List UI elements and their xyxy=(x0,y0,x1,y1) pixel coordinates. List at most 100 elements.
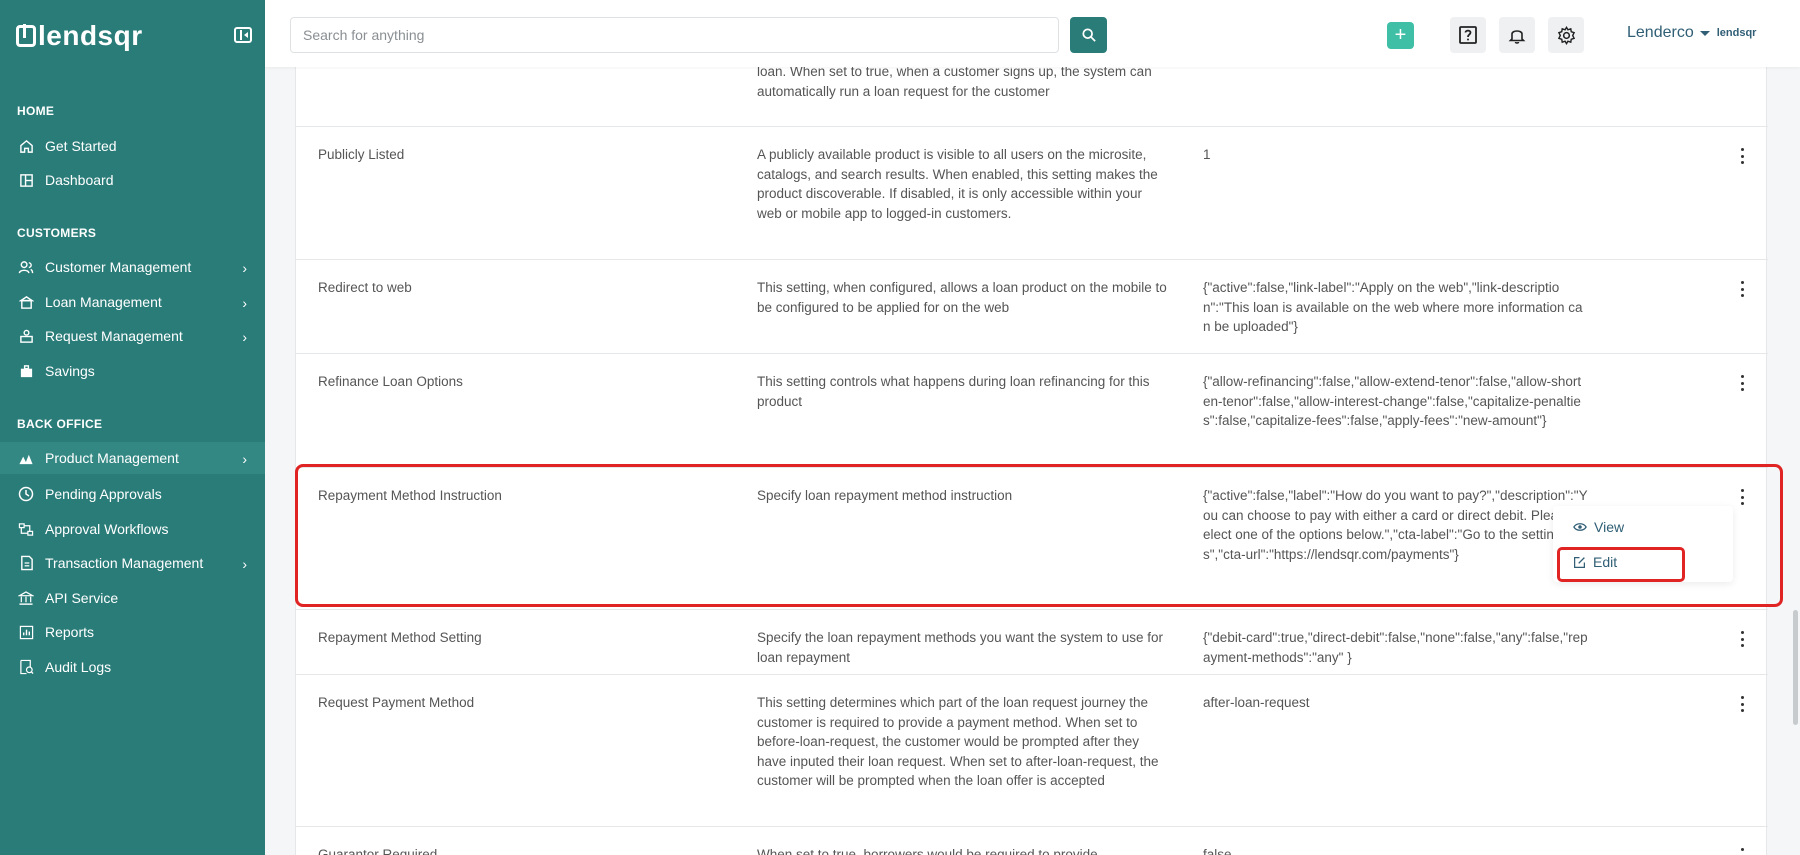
setting-description: When set to true, borrowers would be req… xyxy=(757,847,1098,855)
row-actions-kebab-icon[interactable] xyxy=(1736,146,1748,166)
sidebar-item-label: Transaction Management xyxy=(45,555,204,571)
setting-name: Redirect to web xyxy=(318,280,412,295)
settings-button[interactable] xyxy=(1548,17,1584,53)
audit-icon xyxy=(18,659,34,675)
sidebar-item-pending-approvals[interactable]: Pending Approvals xyxy=(0,478,265,510)
table-row: Request Payment Method This setting dete… xyxy=(296,675,1768,827)
setting-name: Repayment Method Instruction xyxy=(318,488,502,503)
setting-description: This setting determines which part of th… xyxy=(757,695,1159,788)
sidebar-item-product-management[interactable]: Product Management › xyxy=(0,442,265,474)
setting-description: A publicly available product is visible … xyxy=(757,147,1158,221)
sidebar-item-label: Product Management xyxy=(45,450,179,466)
app-logo[interactable]: lendsqr xyxy=(16,20,143,52)
menu-item-edit[interactable]: Edit xyxy=(1573,554,1617,570)
sidebar-item-label: Savings xyxy=(45,363,95,379)
sidebar-item-approval-workflows[interactable]: Approval Workflows xyxy=(0,513,265,545)
org-logo: lendsqr xyxy=(1716,27,1757,39)
dashboard-icon xyxy=(18,172,34,188)
row-actions-menu: View Edit xyxy=(1553,506,1733,582)
help-button[interactable] xyxy=(1450,17,1486,53)
sidebar-item-loan-management[interactable]: Loan Management › xyxy=(0,286,265,318)
loan-icon xyxy=(18,294,34,310)
menu-item-label: View xyxy=(1594,519,1625,535)
notifications-button[interactable] xyxy=(1499,17,1535,53)
plus-icon: + xyxy=(1394,24,1407,46)
organization-switcher[interactable]: Lenderco lendsqr xyxy=(1627,24,1756,42)
chevron-right-icon: › xyxy=(242,451,247,467)
add-button[interactable]: + xyxy=(1387,22,1414,49)
sidebar-item-audit-logs[interactable]: Audit Logs xyxy=(0,651,265,683)
setting-name: Repayment Method Setting xyxy=(318,630,482,645)
chart-icon xyxy=(18,624,34,640)
logo-row: lendsqr xyxy=(16,20,252,52)
setting-value: 1 xyxy=(1203,147,1211,162)
chevron-right-icon: › xyxy=(242,329,247,345)
row-actions-kebab-icon[interactable] xyxy=(1736,373,1748,393)
org-name: Lenderco xyxy=(1627,24,1694,41)
table-row: Guarantor Required When set to true, bor… xyxy=(296,827,1768,855)
caret-down-icon xyxy=(1699,30,1710,36)
table-row: Publicly Listed A publicly available pro… xyxy=(296,127,1768,260)
setting-name: Request Payment Method xyxy=(318,695,475,710)
sidebar-item-get-started[interactable]: Get Started xyxy=(0,130,265,162)
top-bar: + Lenderco lendsqr xyxy=(265,0,1800,67)
transaction-icon xyxy=(18,555,34,571)
workflow-icon xyxy=(18,521,34,537)
sidebar-item-label: Get Started xyxy=(45,138,117,154)
request-icon xyxy=(18,328,34,344)
setting-value: {"active":false,"label":"How do you want… xyxy=(1203,488,1588,562)
menu-item-label: Edit xyxy=(1593,554,1618,570)
product-settings-table: loan. When set to true, when a customer … xyxy=(295,0,1768,855)
search-button[interactable] xyxy=(1070,17,1107,53)
table-row: Refinance Loan Options This setting cont… xyxy=(296,354,1768,468)
sidebar-item-label: Request Management xyxy=(45,328,183,344)
setting-description: This setting controls what happens durin… xyxy=(757,374,1150,409)
setting-value: {"active":false,"link-label":"Apply on t… xyxy=(1203,280,1583,334)
setting-description: loan. When set to true, when a customer … xyxy=(757,64,1152,99)
setting-value: after-loan-request xyxy=(1203,695,1310,710)
logo-mark-icon xyxy=(16,24,36,47)
clock-icon xyxy=(18,486,34,502)
sidebar-item-label: Reports xyxy=(45,624,95,640)
setting-name: Guarantor Required xyxy=(318,847,438,855)
table-row: Redirect to web This setting, when confi… xyxy=(296,260,1768,354)
sidebar-item-label: Dashboard xyxy=(45,172,114,188)
logo-text: lendsqr xyxy=(38,20,143,51)
sidebar-item-label: API Service xyxy=(45,590,119,606)
setting-value: {"debit-card":true,"direct-debit":false,… xyxy=(1203,630,1588,665)
eye-icon xyxy=(1573,522,1587,532)
search-input[interactable] xyxy=(290,17,1059,53)
product-icon xyxy=(18,450,34,466)
sidebar-item-request-management[interactable]: Request Management › xyxy=(0,320,265,352)
chevron-right-icon: › xyxy=(242,295,247,311)
vertical-scrollbar[interactable] xyxy=(1793,610,1798,725)
sidebar-item-label: Loan Management xyxy=(45,294,162,310)
row-actions-kebab-icon[interactable] xyxy=(1736,487,1748,507)
sidebar-item-dashboard[interactable]: Dashboard xyxy=(0,164,265,196)
row-actions-kebab-icon[interactable] xyxy=(1736,629,1748,649)
sidebar-item-transaction-management[interactable]: Transaction Management › xyxy=(0,547,265,579)
setting-description: This setting, when configured, allows a … xyxy=(757,280,1167,315)
help-icon xyxy=(1459,26,1477,44)
edit-icon xyxy=(1573,556,1586,569)
row-actions-kebab-icon[interactable] xyxy=(1736,846,1748,855)
sidebar-item-savings[interactable]: Savings xyxy=(0,355,265,387)
sidebar-item-label: Audit Logs xyxy=(45,659,112,675)
users-icon xyxy=(18,259,34,275)
bank-icon xyxy=(18,590,34,606)
sidebar-item-customer-management[interactable]: Customer Management › xyxy=(0,251,265,283)
sidebar-item-api-service[interactable]: API Service xyxy=(0,582,265,614)
chevron-right-icon: › xyxy=(242,260,247,276)
row-actions-kebab-icon[interactable] xyxy=(1736,694,1748,714)
sidebar-item-reports[interactable]: Reports xyxy=(0,616,265,648)
setting-value: {"allow-refinancing":false,"allow-extend… xyxy=(1203,374,1582,428)
table-row-selected: Repayment Method Instruction Specify loa… xyxy=(296,468,1768,610)
sidebar-item-label: Customer Management xyxy=(45,259,192,275)
sidebar-item-label: Pending Approvals xyxy=(45,486,162,502)
row-actions-kebab-icon[interactable] xyxy=(1736,279,1748,299)
setting-description: Specify loan repayment method instructio… xyxy=(757,488,1013,503)
sidebar: lendsqr HOME Get Started Dashboard CUSTO… xyxy=(0,0,265,855)
menu-item-view[interactable]: View xyxy=(1573,519,1624,535)
collapse-sidebar-icon[interactable] xyxy=(234,27,252,43)
home-icon xyxy=(18,138,34,154)
